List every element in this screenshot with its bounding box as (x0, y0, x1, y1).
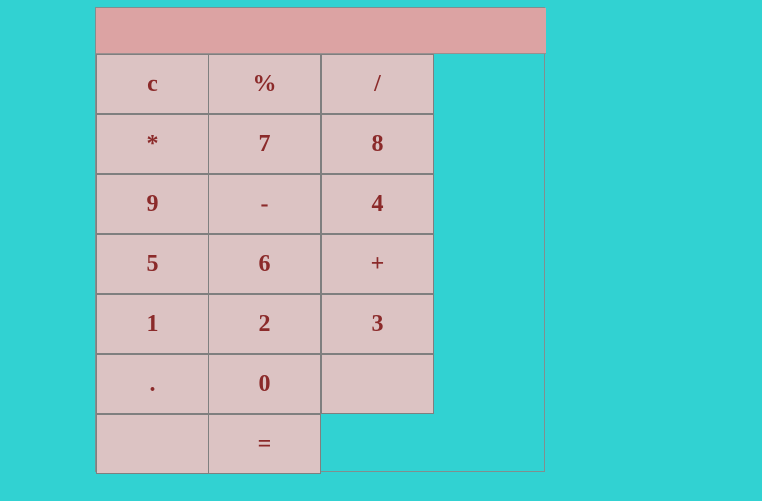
calculator-display (96, 8, 546, 54)
equals-button[interactable]: = (208, 414, 321, 474)
digit-4-button[interactable]: 4 (321, 174, 434, 234)
digit-8-button[interactable]: 8 (321, 114, 434, 174)
decimal-button[interactable]: . (96, 354, 209, 414)
plus-button[interactable]: + (321, 234, 434, 294)
blank-button[interactable] (96, 414, 209, 474)
divide-button[interactable]: / (321, 54, 434, 114)
blank-button[interactable] (321, 354, 434, 414)
calculator: c % / * 7 8 9 - 4 5 6 + 1 2 3 . 0 = (95, 7, 546, 474)
digit-0-button[interactable]: 0 (208, 354, 321, 414)
digit-2-button[interactable]: 2 (208, 294, 321, 354)
digit-3-button[interactable]: 3 (321, 294, 434, 354)
multiply-button[interactable]: * (96, 114, 209, 174)
digit-1-button[interactable]: 1 (96, 294, 209, 354)
clear-button[interactable]: c (96, 54, 209, 114)
digit-6-button[interactable]: 6 (208, 234, 321, 294)
percent-button[interactable]: % (208, 54, 321, 114)
digit-5-button[interactable]: 5 (96, 234, 209, 294)
minus-button[interactable]: - (208, 174, 321, 234)
digit-9-button[interactable]: 9 (96, 174, 209, 234)
digit-7-button[interactable]: 7 (208, 114, 321, 174)
